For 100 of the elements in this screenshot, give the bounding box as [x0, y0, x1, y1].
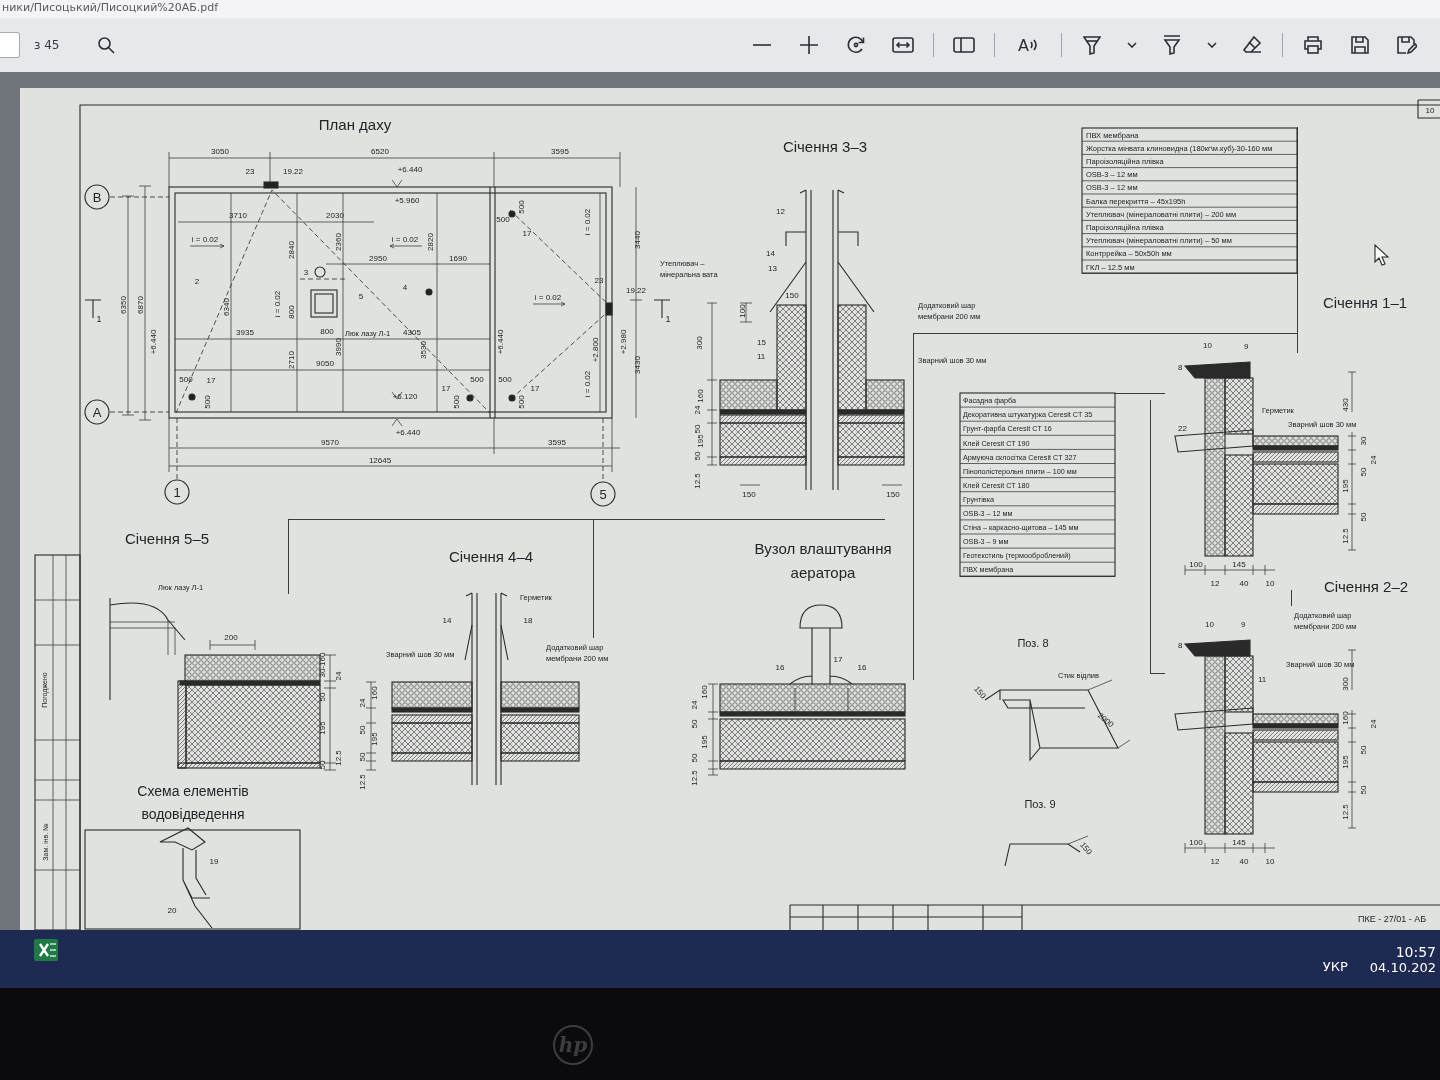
- dimension-label: 200: [224, 633, 238, 642]
- sound-waves-icon: [1029, 39, 1038, 51]
- dimension-label: 195: [1341, 479, 1350, 493]
- dimension-label: 3440: [633, 231, 642, 249]
- position-number: 17: [206, 376, 216, 385]
- section-mark-label: 1: [665, 314, 671, 324]
- drawing-title: Схема елементів водовідведення: [137, 783, 249, 822]
- dimension-label: 40: [1239, 857, 1249, 866]
- dimension-label: 24: [358, 698, 367, 708]
- dimension-label: 160: [700, 685, 709, 699]
- drawing-title: Січення 2–2: [1323, 578, 1409, 595]
- dimension-label: 9570: [321, 438, 339, 447]
- position-number: 17: [522, 229, 532, 238]
- dimension-label: 12: [1210, 857, 1220, 866]
- address-bar[interactable]: ники/Писоцький/Писоцкий%20АБ.pdf: [0, 0, 1440, 18]
- dimension-label: 40: [1239, 579, 1249, 588]
- dimension-label: 24: [690, 700, 699, 710]
- dimension-label: 160: [1341, 711, 1350, 725]
- position-number: 15: [757, 338, 766, 347]
- axis-marker: А: [84, 399, 110, 425]
- elevation-label: +2.980: [619, 329, 628, 355]
- dimension-label: 10: [1265, 579, 1275, 588]
- dimension-label: 2710: [287, 351, 296, 369]
- position-number: 2: [194, 277, 200, 286]
- dimension-label: 12.5: [1341, 804, 1350, 820]
- page-number-field[interactable]: [0, 32, 20, 58]
- slope-label: i = 0.02: [273, 290, 282, 318]
- position-number: 10: [1205, 620, 1214, 629]
- dimension-label: 50: [358, 752, 367, 762]
- dimension-label: 3935: [236, 328, 254, 337]
- drawing-title: Поз. 9: [1024, 798, 1056, 810]
- dimension-label: 3430: [633, 356, 642, 374]
- dimension-label: 500: [496, 215, 510, 224]
- dimension-label: 2030: [326, 211, 344, 220]
- dimension-label: 50: [693, 424, 702, 434]
- slope-label: i = 0.02: [191, 235, 219, 244]
- drawing-code: ПКЕ - 27/01 - АБ: [1357, 914, 1427, 924]
- page-number: 10: [1425, 106, 1435, 115]
- dimension-label: 12: [1210, 579, 1220, 588]
- clock-date[interactable]: 04.10.202: [1369, 959, 1436, 975]
- dimension-label: 24: [1369, 455, 1378, 465]
- dimension-label: 12.5: [334, 750, 343, 766]
- position-number: 14: [766, 249, 775, 258]
- cursor-icon: [1374, 243, 1390, 266]
- dimension-label: 24: [693, 405, 702, 415]
- drawing-title: Поз. 8: [1017, 637, 1049, 649]
- dimension-label: 500: [179, 375, 193, 384]
- rotate-icon: [846, 35, 866, 55]
- dimension-label: 24: [334, 671, 343, 681]
- plus-icon: [800, 36, 818, 54]
- position-number: 17: [441, 384, 451, 393]
- dimension-label: 500: [470, 375, 484, 384]
- position-number: 16: [775, 663, 785, 672]
- dimension-label: 2950: [369, 254, 387, 263]
- dimension-label: 6350: [119, 296, 128, 314]
- dimension-label: 50: [358, 725, 367, 735]
- caret-icon: [1127, 42, 1137, 48]
- dimension-label: 1690: [449, 254, 467, 263]
- position-number: 9: [1244, 342, 1249, 351]
- dimension-label: 2820: [426, 233, 435, 251]
- position-number: 4: [402, 283, 408, 292]
- position-number: 19.22: [626, 286, 646, 295]
- dimension-label: 30-160: [318, 652, 327, 678]
- dimension-label: 24: [1369, 719, 1378, 729]
- dimension-label: 300: [695, 336, 704, 350]
- dimension-label: 12.5: [1341, 528, 1350, 544]
- dimension-label: 2840: [287, 241, 296, 259]
- dimension-label: 12645: [368, 456, 392, 465]
- dimension-label: 430: [1341, 398, 1350, 412]
- spreadsheet-app-icon[interactable]: [34, 939, 58, 961]
- dimension-label: 2360: [334, 233, 343, 251]
- search-icon: [97, 36, 116, 54]
- position-number: 17: [530, 384, 540, 393]
- elevation-label: +6.440: [397, 165, 423, 174]
- elevation-label: +2.800: [591, 337, 600, 363]
- drawing-title: План даху: [318, 116, 392, 133]
- position-number: 17: [833, 655, 843, 664]
- language-indicator[interactable]: УКР: [1322, 958, 1348, 974]
- position-number: 18: [523, 616, 533, 625]
- fit-width-icon: [892, 37, 914, 53]
- dimension-label: 50: [318, 760, 327, 770]
- axis-marker: 5: [590, 481, 616, 507]
- position-number: 12: [776, 207, 785, 216]
- drawing-title: Січення 4–4: [448, 548, 534, 565]
- dimension-label: 50: [1359, 785, 1368, 795]
- position-number: 11: [1258, 675, 1267, 684]
- dimension-label: 10: [1265, 857, 1275, 866]
- clock-time[interactable]: 10:57: [1395, 943, 1436, 960]
- save-as-icon: [1397, 36, 1417, 54]
- dimension-label: 195: [696, 434, 705, 448]
- position-number: 8: [1178, 363, 1183, 372]
- dimension-label: 30: [1359, 436, 1368, 446]
- read-aloud-button[interactable]: A: [1008, 28, 1048, 62]
- dimension-label: 195: [370, 732, 379, 746]
- dimension-label: 150: [972, 684, 988, 701]
- dimension-label: 150: [886, 490, 900, 499]
- drawing-title: Січення 3–3: [782, 138, 868, 155]
- page-count: з 45: [34, 38, 60, 52]
- position-number: 23: [245, 167, 255, 176]
- dimension-label: 4305: [403, 328, 421, 337]
